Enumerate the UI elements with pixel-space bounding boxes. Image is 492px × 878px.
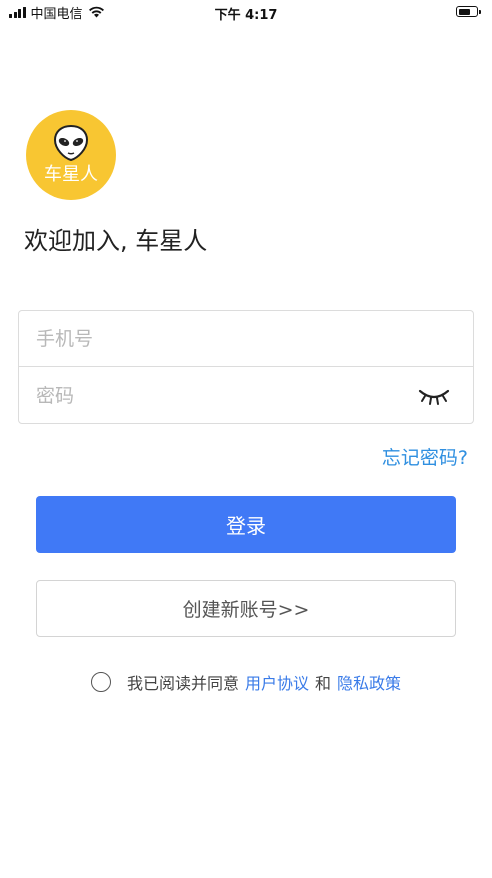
status-bar: 中国电信 下午 4:17	[0, 0, 492, 24]
agreement-and: 和	[315, 674, 332, 693]
eye-closed-icon[interactable]	[417, 385, 451, 407]
agreement-radio[interactable]	[90, 672, 111, 692]
battery-icon	[456, 6, 481, 17]
app-logo: 车星人	[26, 110, 116, 200]
welcome-heading: 欢迎加入, 车星人	[24, 227, 208, 255]
logo-text: 车星人	[44, 164, 98, 185]
login-button[interactable]: 登录	[36, 496, 456, 553]
login-form	[18, 310, 474, 424]
status-time: 下午 4:17	[214, 8, 278, 23]
alien-icon	[53, 124, 89, 162]
phone-field-row	[19, 311, 473, 367]
agreement-row: 我已阅读并同意 用户协议 和 隐私政策	[0, 670, 492, 694]
privacy-policy-link[interactable]: 隐私政策	[337, 670, 401, 694]
password-field-row	[19, 368, 473, 424]
user-agreement-link[interactable]: 用户协议	[245, 670, 309, 694]
forgot-password-link[interactable]: 忘记密码?	[382, 443, 468, 470]
agreement-prefix: 我已阅读并同意	[126, 674, 239, 693]
phone-input[interactable]	[36, 311, 416, 367]
create-account-button[interactable]: 创建新账号>>	[36, 580, 456, 637]
password-input[interactable]	[36, 368, 416, 424]
